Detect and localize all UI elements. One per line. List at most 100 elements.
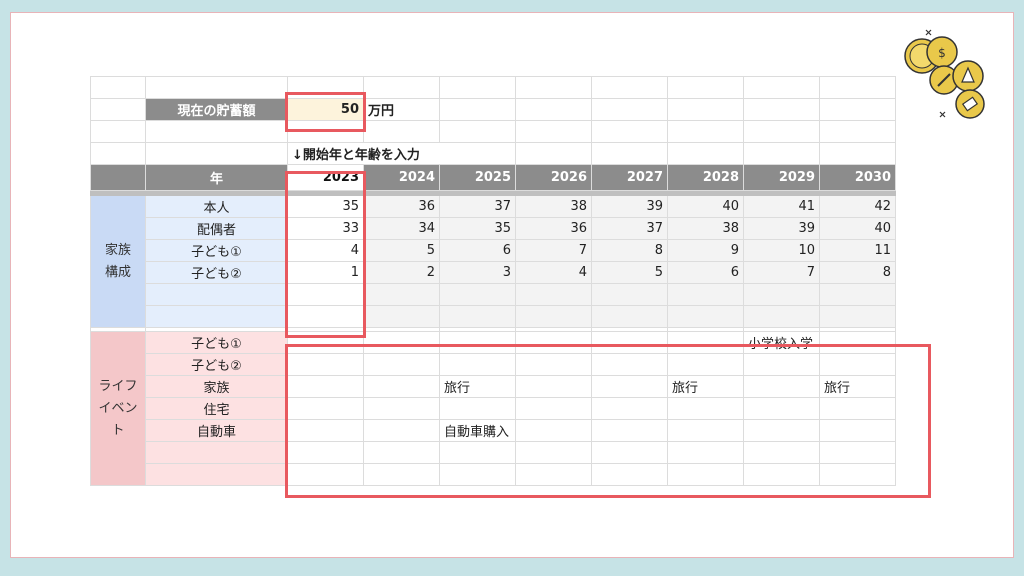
empty-cell[interactable]: [591, 120, 668, 143]
life-event-cell[interactable]: [515, 375, 592, 398]
life-event-cell[interactable]: [743, 375, 820, 398]
empty-cell[interactable]: [145, 120, 288, 143]
life-event-cell[interactable]: [363, 419, 440, 442]
age-cell[interactable]: 8: [591, 239, 668, 262]
life-event-cell[interactable]: [667, 331, 744, 354]
empty-cell[interactable]: [819, 120, 896, 143]
life-event-cell[interactable]: [819, 331, 896, 354]
savings-input[interactable]: 50: [287, 98, 364, 121]
age-cell[interactable]: [819, 283, 896, 306]
age-cell[interactable]: [363, 305, 440, 328]
empty-cell[interactable]: [363, 76, 440, 99]
age-cell[interactable]: 34: [363, 217, 440, 240]
empty-cell[interactable]: [743, 76, 820, 99]
empty-cell[interactable]: [743, 120, 820, 143]
age-cell[interactable]: [439, 305, 516, 328]
empty-cell[interactable]: [667, 120, 744, 143]
age-cell[interactable]: 6: [667, 261, 744, 284]
life-event-cell[interactable]: [515, 353, 592, 376]
life-event-cell[interactable]: [287, 463, 364, 486]
age-cell[interactable]: 42: [819, 195, 896, 218]
life-event-cell[interactable]: [439, 463, 516, 486]
empty-cell[interactable]: [145, 76, 288, 99]
age-cell[interactable]: 40: [667, 195, 744, 218]
empty-cell[interactable]: [363, 120, 440, 143]
age-cell[interactable]: 7: [743, 261, 820, 284]
age-cell[interactable]: [743, 305, 820, 328]
age-cell[interactable]: 9: [667, 239, 744, 262]
life-event-cell[interactable]: 旅行: [439, 375, 516, 398]
empty-cell[interactable]: [145, 142, 288, 165]
age-cell[interactable]: [667, 305, 744, 328]
age-cell[interactable]: 11: [819, 239, 896, 262]
empty-cell[interactable]: [90, 120, 146, 143]
age-input[interactable]: 33: [287, 217, 364, 240]
empty-cell[interactable]: [819, 98, 896, 121]
life-event-cell[interactable]: [439, 397, 516, 420]
age-cell[interactable]: 37: [591, 217, 668, 240]
life-event-cell[interactable]: 旅行: [819, 375, 896, 398]
age-cell[interactable]: 8: [819, 261, 896, 284]
empty-cell[interactable]: [819, 142, 896, 165]
empty-cell[interactable]: [591, 98, 668, 121]
age-cell[interactable]: [439, 283, 516, 306]
age-cell[interactable]: 38: [667, 217, 744, 240]
age-cell[interactable]: [591, 283, 668, 306]
empty-cell[interactable]: [439, 98, 516, 121]
life-event-cell[interactable]: [363, 441, 440, 464]
age-cell[interactable]: [515, 283, 592, 306]
life-event-cell[interactable]: [819, 441, 896, 464]
age-cell[interactable]: 39: [591, 195, 668, 218]
life-event-cell[interactable]: [591, 419, 668, 442]
life-event-cell[interactable]: [591, 331, 668, 354]
life-event-cell[interactable]: [819, 397, 896, 420]
empty-cell[interactable]: [515, 76, 592, 99]
life-event-cell[interactable]: [363, 353, 440, 376]
life-event-cell[interactable]: [743, 353, 820, 376]
life-event-cell[interactable]: 自動車購入: [439, 419, 516, 442]
life-event-cell[interactable]: [591, 397, 668, 420]
empty-cell[interactable]: [287, 120, 364, 143]
life-event-cell[interactable]: [591, 375, 668, 398]
life-event-cell[interactable]: [363, 397, 440, 420]
empty-cell[interactable]: [819, 76, 896, 99]
empty-cell[interactable]: [287, 76, 364, 99]
empty-cell[interactable]: [90, 98, 146, 121]
empty-cell[interactable]: [515, 142, 592, 165]
age-input[interactable]: 4: [287, 239, 364, 262]
empty-cell[interactable]: [439, 76, 516, 99]
empty-cell[interactable]: [667, 142, 744, 165]
life-event-cell[interactable]: [287, 441, 364, 464]
start-year-input[interactable]: 2023: [287, 164, 364, 191]
life-event-cell[interactable]: [439, 353, 516, 376]
life-event-cell[interactable]: [743, 463, 820, 486]
empty-cell[interactable]: [667, 98, 744, 121]
empty-cell[interactable]: [515, 120, 592, 143]
life-event-cell[interactable]: [363, 331, 440, 354]
age-cell[interactable]: 5: [363, 239, 440, 262]
life-event-cell[interactable]: 小学校入学: [743, 331, 820, 354]
life-event-cell[interactable]: [591, 441, 668, 464]
life-event-cell[interactable]: [667, 397, 744, 420]
life-event-cell[interactable]: [287, 331, 364, 354]
life-event-cell[interactable]: [439, 331, 516, 354]
life-event-cell[interactable]: [287, 375, 364, 398]
age-cell[interactable]: 39: [743, 217, 820, 240]
age-cell[interactable]: 5: [591, 261, 668, 284]
life-event-cell[interactable]: [743, 441, 820, 464]
empty-cell[interactable]: [90, 142, 146, 165]
life-event-cell[interactable]: [515, 463, 592, 486]
age-cell[interactable]: [363, 283, 440, 306]
empty-cell[interactable]: [743, 142, 820, 165]
life-event-cell[interactable]: [515, 419, 592, 442]
age-cell[interactable]: [743, 283, 820, 306]
life-event-cell[interactable]: [287, 419, 364, 442]
life-event-cell[interactable]: 旅行: [667, 375, 744, 398]
age-cell[interactable]: 36: [515, 217, 592, 240]
age-input[interactable]: 1: [287, 261, 364, 284]
empty-cell[interactable]: [743, 98, 820, 121]
age-cell[interactable]: 38: [515, 195, 592, 218]
empty-cell[interactable]: [515, 98, 592, 121]
life-event-cell[interactable]: [515, 441, 592, 464]
age-cell[interactable]: 40: [819, 217, 896, 240]
